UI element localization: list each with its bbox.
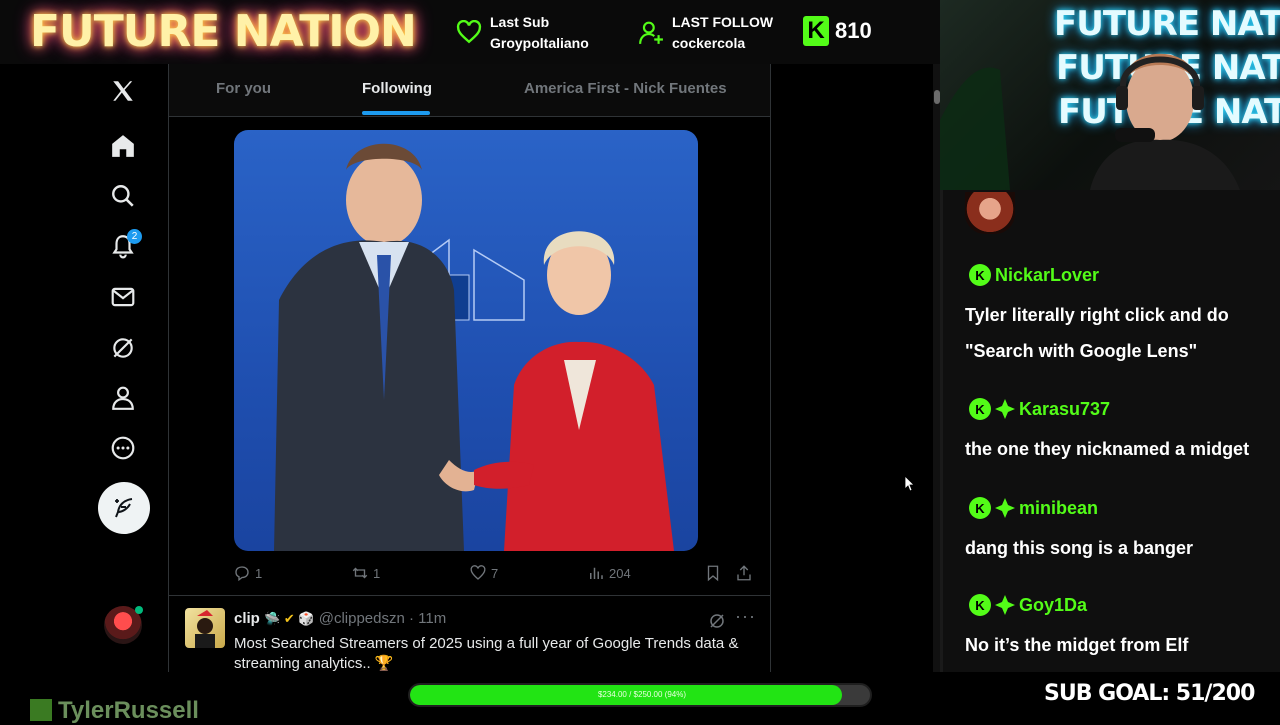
tweet-time[interactable]: · 11m — [409, 610, 446, 627]
streamer-name: TylerRussell — [30, 697, 199, 725]
stream-chat: K NickarLover Tyler literally right clic… — [940, 190, 1280, 672]
chat-username[interactable]: NickarLover — [995, 265, 1099, 286]
streamer-silhouette — [940, 53, 1240, 190]
mouse-cursor-icon — [905, 476, 915, 492]
chat-message: K Karasu737 the one they nicknamed a mid… — [943, 396, 1280, 476]
chat-message: K NickarLover Tyler literally right clic… — [943, 262, 1280, 372]
stream-brand-title: FUTURE NATION — [30, 6, 417, 57]
tweet-header: clip 🛸 ✔ 🎲 @clippedszn · 11m — [234, 610, 446, 627]
notification-badge: 2 — [127, 229, 142, 244]
viewer-count: 810 — [835, 18, 872, 43]
sparkle-badge-icon — [995, 498, 1015, 518]
like-icon — [470, 565, 486, 580]
last-follow-widget: LAST FOLLOW cockercola — [638, 12, 798, 56]
search-icon[interactable] — [104, 177, 142, 215]
tweet-author-name[interactable]: clip — [234, 610, 260, 627]
chat-emote-avatar — [965, 192, 1015, 234]
add-user-icon — [639, 21, 663, 44]
timeline-tabs: For you Following America First - Nick F… — [169, 64, 770, 117]
reply-count: 1 — [255, 565, 263, 581]
kick-badge-icon: K — [969, 594, 991, 616]
home-icon[interactable] — [104, 127, 142, 165]
post-divider — [169, 595, 770, 596]
chat-username[interactable]: minibean — [1019, 498, 1098, 519]
timeline: For you Following America First - Nick F… — [168, 64, 771, 672]
chat-username[interactable]: Goy1Da — [1019, 595, 1087, 616]
last-follow-name: cockercola — [672, 35, 746, 51]
last-sub-name: Groypoltaliano — [490, 35, 589, 51]
more-icon[interactable] — [104, 429, 142, 467]
last-sub-label: Last Sub — [490, 14, 550, 30]
tweet-text: Most Searched Streamers of 2025 using a … — [234, 635, 739, 672]
chat-text: the one they nicknamed a midget — [965, 439, 1250, 459]
profile-icon[interactable] — [104, 379, 142, 417]
donation-goal-text: $234.00 / $250.00 (94%) — [597, 690, 687, 699]
views-button[interactable]: 204 — [587, 558, 631, 588]
heart-icon — [456, 20, 482, 44]
chat-username-row: K Karasu737 — [969, 396, 1110, 422]
chat-text: dang this song is a banger — [965, 538, 1194, 558]
like-count: 7 — [491, 565, 499, 581]
bookmark-icon — [707, 565, 719, 582]
emoji-badges: 🛸 ✔ 🎲 — [264, 611, 315, 626]
repost-icon — [352, 567, 368, 579]
chat-text: Tyler literally right click and do "Sear… — [965, 305, 1229, 361]
like-button[interactable]: 7 — [469, 558, 498, 588]
kick-logo-icon — [30, 699, 52, 721]
reply-icon — [235, 566, 249, 582]
tab-for-you[interactable]: For you — [216, 80, 271, 97]
chat-username-row: K Goy1Da — [969, 592, 1087, 618]
sparkle-badge-icon — [995, 399, 1015, 419]
tab-america-first[interactable]: America First - Nick Fuentes — [524, 80, 727, 97]
x-logo-icon[interactable] — [104, 72, 142, 110]
grok-icon[interactable] — [104, 329, 142, 367]
tweet-handle[interactable]: @clippedszn — [319, 610, 405, 627]
chat-message: K Goy1Da No it’s the midget from Elf — [943, 592, 1280, 672]
chat-text: No it’s the midget from Elf — [965, 635, 1189, 655]
chat-username-row: K minibean — [969, 495, 1098, 521]
share-icon — [737, 565, 751, 581]
post-actions: 1 1 7 204 — [169, 558, 770, 588]
active-tab-indicator — [362, 111, 430, 115]
online-indicator — [135, 606, 143, 614]
chat-username[interactable]: Karasu737 — [1019, 399, 1110, 420]
photo-handshake: sion — [274, 143, 674, 551]
tweet[interactable]: clip 🛸 ✔ 🎲 @clippedszn · 11m ··· Most Se… — [169, 602, 770, 672]
sparkle-badge-icon — [995, 595, 1015, 615]
donation-goal-bar: $234.00 / $250.00 (94%) — [408, 683, 872, 707]
view-count: 204 — [609, 565, 631, 581]
repost-count: 1 — [373, 565, 381, 581]
tab-following[interactable]: Following — [362, 80, 432, 97]
kick-badge-icon: K — [969, 264, 991, 286]
last-follow-label: LAST FOLLOW — [672, 14, 774, 30]
more-options-icon[interactable]: ··· — [735, 606, 756, 627]
feather-icon — [115, 498, 133, 518]
kick-badge-icon: K — [969, 497, 991, 519]
chat-message: K minibean dang this song is a banger — [943, 495, 1280, 575]
reply-button[interactable]: 1 — [233, 558, 262, 588]
views-icon — [590, 567, 603, 579]
last-sub-widget: Last Sub Groypoltaliano — [456, 12, 616, 56]
left-navigation — [0, 64, 168, 672]
post-image[interactable]: sion — [234, 130, 698, 551]
repost-button[interactable]: 1 — [351, 558, 380, 588]
sub-goal-counter: SUB GOAL: 51/200 — [1044, 681, 1255, 706]
kick-logo-icon: K — [803, 16, 829, 46]
share-button[interactable] — [735, 558, 753, 588]
kick-badge-icon: K — [969, 398, 991, 420]
mail-icon[interactable] — [104, 278, 142, 316]
compose-post-button[interactable] — [98, 482, 150, 534]
chat-username-row: K NickarLover — [969, 262, 1099, 288]
bookmark-button[interactable] — [704, 558, 722, 588]
tweet-avatar[interactable] — [185, 608, 225, 648]
grok-icon[interactable] — [708, 612, 726, 630]
webcam-feed: FUTURE NATION FUTURE NATION FUTURE NATIO… — [940, 0, 1280, 190]
